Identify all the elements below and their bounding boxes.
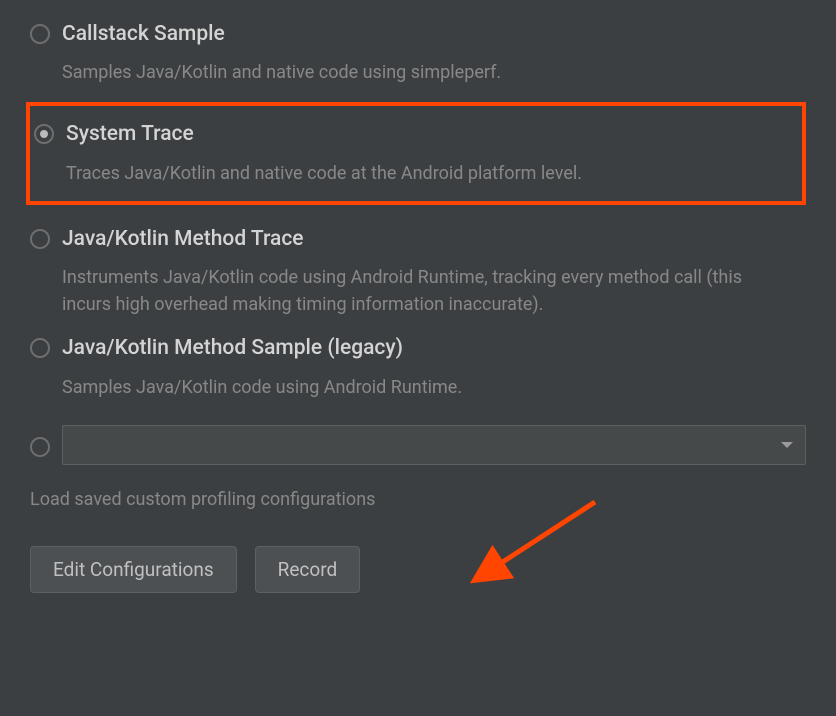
option-method-trace: Java/Kotlin Method Trace Instruments Jav… bbox=[30, 225, 806, 318]
custom-config-dropdown[interactable] bbox=[62, 425, 806, 465]
option-desc: Traces Java/Kotlin and native code at th… bbox=[66, 160, 786, 187]
option-desc: Instruments Java/Kotlin code using Andro… bbox=[62, 264, 782, 318]
chevron-down-icon bbox=[781, 442, 793, 448]
option-system-trace: System Trace Traces Java/Kotlin and nati… bbox=[26, 102, 806, 204]
option-title: Callstack Sample bbox=[62, 20, 225, 49]
radio-method-trace[interactable] bbox=[30, 229, 50, 249]
option-title: Java/Kotlin Method Sample (legacy) bbox=[62, 334, 403, 363]
option-desc: Samples Java/Kotlin and native code usin… bbox=[62, 59, 782, 86]
option-desc: Samples Java/Kotlin code using Android R… bbox=[62, 374, 782, 401]
radio-system-trace[interactable] bbox=[34, 124, 54, 144]
hint-text: Load saved custom profiling configuratio… bbox=[30, 489, 806, 510]
option-method-sample: Java/Kotlin Method Sample (legacy) Sampl… bbox=[30, 334, 806, 400]
record-button[interactable]: Record bbox=[255, 546, 361, 593]
radio-method-sample[interactable] bbox=[30, 338, 50, 358]
option-callstack-sample: Callstack Sample Samples Java/Kotlin and… bbox=[30, 20, 806, 86]
radio-custom-config[interactable] bbox=[30, 437, 50, 457]
custom-config-row bbox=[30, 425, 806, 465]
button-row: Edit Configurations Record bbox=[30, 546, 806, 593]
option-title: System Trace bbox=[66, 120, 194, 149]
option-title: Java/Kotlin Method Trace bbox=[62, 225, 304, 254]
edit-configurations-button[interactable]: Edit Configurations bbox=[30, 546, 237, 593]
radio-callstack-sample[interactable] bbox=[30, 24, 50, 44]
